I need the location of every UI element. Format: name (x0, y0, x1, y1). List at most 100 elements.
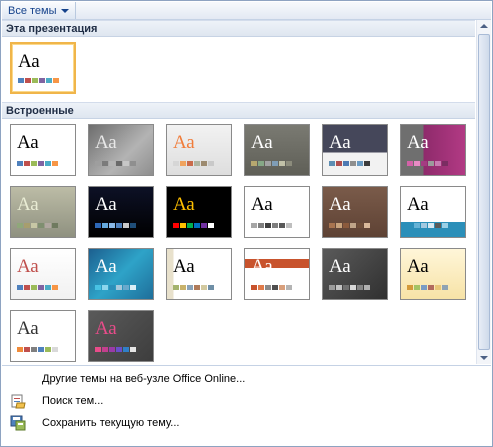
color-swatch (109, 223, 115, 228)
color-swatch (52, 285, 58, 290)
menu-item-save-theme[interactable]: Сохранить текущую тему... (2, 413, 491, 432)
color-swatch (414, 285, 420, 290)
vertical-scrollbar[interactable] (476, 20, 491, 364)
color-swatch (194, 223, 200, 228)
color-swatch (258, 285, 264, 290)
theme-thumb[interactable]: Aa (244, 248, 310, 300)
theme-swatches (251, 161, 292, 166)
color-swatch (123, 161, 129, 166)
color-swatch (187, 285, 193, 290)
color-swatch (208, 285, 214, 290)
color-swatch (265, 161, 271, 166)
theme-thumb[interactable]: Aa (322, 248, 388, 300)
color-swatch (329, 161, 335, 166)
color-swatch (336, 223, 342, 228)
color-swatch (407, 223, 413, 228)
color-swatch (428, 223, 434, 228)
theme-sample-text: Aa (173, 132, 195, 153)
theme-sample-text: Aa (18, 51, 40, 72)
color-swatch (18, 78, 24, 83)
color-swatch (279, 285, 285, 290)
color-swatch (17, 161, 23, 166)
theme-swatches (173, 285, 214, 290)
color-swatch (421, 285, 427, 290)
color-swatch (52, 161, 58, 166)
color-swatch (364, 161, 370, 166)
color-swatch (52, 223, 58, 228)
theme-thumb[interactable]: Aa (88, 310, 154, 362)
theme-thumb[interactable]: Aa (400, 186, 466, 238)
theme-thumb[interactable]: Aa (400, 124, 466, 176)
color-swatch (130, 347, 136, 352)
color-swatch (265, 285, 271, 290)
color-swatch (123, 223, 129, 228)
color-swatch (258, 223, 264, 228)
theme-thumb[interactable]: Aa (10, 248, 76, 300)
color-swatch (279, 161, 285, 166)
color-swatch (343, 223, 349, 228)
caret-down-icon (60, 8, 69, 13)
theme-sample-text: Aa (251, 132, 273, 153)
color-swatch (265, 223, 271, 228)
theme-thumb[interactable]: Aa (244, 186, 310, 238)
color-swatch (343, 285, 349, 290)
gallery-footer-menu: Другие темы на веб-узле Office Online...… (2, 365, 491, 445)
theme-thumb[interactable]: Aa (88, 186, 154, 238)
theme-thumb[interactable]: Aa (10, 124, 76, 176)
color-swatch (329, 285, 335, 290)
color-swatch (173, 223, 179, 228)
color-swatch (116, 285, 122, 290)
theme-thumb[interactable]: Aa (400, 248, 466, 300)
scroll-thumb[interactable] (478, 34, 490, 350)
theme-thumb[interactable]: Aa (244, 124, 310, 176)
color-swatch (258, 161, 264, 166)
theme-thumb[interactable]: Aa (322, 186, 388, 238)
color-swatch (109, 285, 115, 290)
menu-item-browse-themes[interactable]: Поиск тем... (2, 391, 491, 410)
scroll-down-icon[interactable] (480, 356, 488, 360)
color-swatch (17, 285, 23, 290)
theme-thumb[interactable]: Aa (10, 310, 76, 362)
section-builtin: Встроенные (2, 102, 475, 119)
color-swatch (173, 161, 179, 166)
color-swatch (407, 285, 413, 290)
color-swatch (350, 285, 356, 290)
color-swatch (421, 223, 427, 228)
color-swatch (45, 161, 51, 166)
color-swatch (208, 161, 214, 166)
theme-swatches (95, 161, 136, 166)
theme-sample-text: Aa (407, 132, 429, 153)
color-swatch (435, 161, 441, 166)
theme-thumb[interactable]: Aa (10, 186, 76, 238)
theme-sample-text: Aa (407, 256, 429, 277)
theme-thumb[interactable]: Aa (88, 124, 154, 176)
color-swatch (116, 347, 122, 352)
color-swatch (109, 347, 115, 352)
scroll-up-icon[interactable] (480, 24, 488, 28)
color-swatch (102, 161, 108, 166)
color-swatch (336, 161, 342, 166)
color-swatch (272, 223, 278, 228)
color-swatch (24, 285, 30, 290)
theme-thumb[interactable]: Aa (166, 248, 232, 300)
theme-thumb[interactable]: Aa (88, 248, 154, 300)
themes-filter-dropdown[interactable]: Все темы (4, 2, 76, 19)
theme-swatches (95, 223, 136, 228)
current-theme-thumb[interactable]: Aa (10, 42, 76, 94)
theme-thumb[interactable]: Aa (166, 124, 232, 176)
color-swatch (187, 223, 193, 228)
gallery-header: Все темы (2, 2, 491, 20)
theme-thumb[interactable]: Aa (322, 124, 388, 176)
color-swatch (428, 161, 434, 166)
theme-sample-text: Aa (17, 132, 39, 153)
theme-thumb[interactable]: Aa (166, 186, 232, 238)
color-swatch (123, 285, 129, 290)
menu-item-office-online[interactable]: Другие темы на веб-узле Office Online... (2, 369, 491, 388)
theme-swatches (407, 285, 448, 290)
color-swatch (45, 223, 51, 228)
color-swatch (180, 161, 186, 166)
color-swatch (24, 223, 30, 228)
color-swatch (357, 285, 363, 290)
theme-swatches (95, 285, 136, 290)
theme-sample-text: Aa (407, 194, 429, 215)
